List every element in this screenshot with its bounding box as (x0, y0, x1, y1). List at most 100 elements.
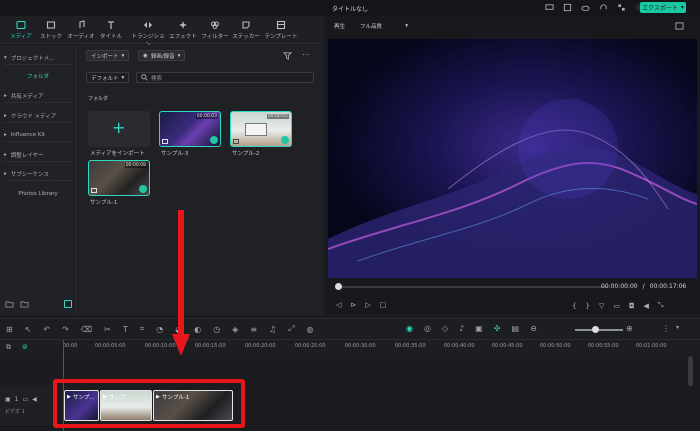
snapshot-icon[interactable] (675, 22, 684, 30)
media-thumbnail-sample-2[interactable]: 00:00:05 (230, 111, 292, 147)
zoom-slider-handle[interactable] (592, 326, 599, 333)
new-folder-icon[interactable] (5, 300, 14, 308)
tab-media[interactable]: メディア (4, 20, 38, 40)
vertical-scrollbar[interactable] (688, 356, 693, 386)
fullscreen-icon[interactable]: ⤡ (658, 301, 664, 310)
cloud-icon[interactable] (581, 3, 590, 12)
mark-out-icon[interactable]: } (585, 302, 589, 310)
tab-audio[interactable]: オーディオ (64, 20, 98, 40)
stop-icon[interactable]: □ (380, 301, 387, 309)
more-icon[interactable]: ⋯ (302, 50, 310, 59)
time-separator: / (642, 283, 645, 290)
redo-icon[interactable]: ↷ (62, 325, 69, 334)
step-back-icon[interactable]: ⊳ (350, 301, 356, 309)
stabilize-icon[interactable]: ◍ (307, 325, 314, 334)
sidebar-item-influence-kit[interactable]: ▸ Influence Kit (4, 128, 72, 142)
tab-label: テンプレート (264, 34, 298, 40)
sidebar-item-adjustment-layer[interactable]: ▸ 調整レイヤー (4, 148, 72, 162)
volume-icon[interactable]: ◀ (32, 396, 37, 403)
freeze-icon[interactable]: ◈ (232, 325, 238, 334)
zoom-in-icon[interactable]: ⊕ (626, 324, 633, 333)
crop-icon[interactable]: ⌗ (140, 324, 145, 334)
marker-icon[interactable]: ▽ (599, 302, 604, 310)
chevron-right-icon: ▸ (4, 170, 7, 177)
duration-badge: 00:00:05 (266, 114, 289, 119)
speed-icon[interactable]: ◔ (156, 325, 163, 334)
video-icon (233, 139, 239, 144)
media-thumbnail-sample-3[interactable]: 00:00:03 (159, 111, 221, 147)
sidebar-item-subsequence[interactable]: ▸ サブシーケンス (4, 167, 72, 181)
tab-templates[interactable]: テンプレート (262, 20, 300, 40)
tab-filters[interactable]: フィルター (198, 20, 232, 40)
adjust-icon[interactable]: ≡ (250, 325, 257, 334)
headset-icon[interactable] (599, 3, 608, 12)
quality-dropdown[interactable]: フル品質 ▾ (356, 21, 412, 31)
tab-effects[interactable]: エフェクト (166, 20, 200, 40)
zoom-slider[interactable] (575, 329, 623, 331)
folder-icon[interactable] (20, 300, 29, 308)
search-input[interactable]: 検索 (136, 72, 314, 83)
sidebar-item-folder[interactable]: フォルダ (4, 69, 72, 83)
sidebar-item-project-media[interactable]: ▾ プロジェクトメ... (4, 51, 72, 65)
chevron-right-icon: ▸ (4, 131, 7, 138)
export-button[interactable]: エクスポート ▾ (640, 2, 686, 13)
snap-icon[interactable]: ✣ (494, 324, 501, 333)
play-mode-label: 再生 (334, 24, 346, 30)
mask-icon[interactable]: ◐ (194, 325, 201, 334)
tab-transition[interactable]: トランジション (129, 20, 167, 48)
layout-icon[interactable]: ⊞ (6, 325, 13, 334)
display-icon[interactable]: ▭ (613, 302, 620, 310)
play-icon[interactable]: ▷ (365, 301, 370, 309)
mic-icon[interactable]: ♪ (459, 324, 464, 333)
grid-view-icon[interactable]: ⋮ (662, 324, 670, 333)
filter-icon[interactable] (283, 51, 292, 60)
shield-icon[interactable]: ◇ (442, 324, 448, 333)
duration-badge: 00:00:08 (124, 163, 147, 168)
sort-dropdown[interactable]: デフォルト ▾ (86, 72, 130, 83)
link-icon[interactable]: ⊘ (22, 343, 28, 351)
ruler-tick: 00:00 (63, 343, 78, 349)
screen-icon[interactable]: ▣ (475, 324, 483, 333)
select-icon[interactable]: ↖ (25, 325, 32, 334)
tab-stickers[interactable]: ステッカー (229, 20, 263, 40)
volume-icon[interactable]: ◀ (644, 302, 649, 310)
prev-frame-icon[interactable]: ◁ (336, 301, 341, 309)
caption-icon[interactable]: ▤ (512, 324, 520, 333)
collapse-panel-icon[interactable] (64, 300, 72, 308)
cut-icon[interactable]: ✂ (104, 325, 111, 334)
folder-icon[interactable]: ▭ (23, 396, 29, 403)
sidebar-item-photos-library[interactable]: Photos Library (4, 187, 72, 201)
ruler-tick: 00:00:15:00 (195, 343, 226, 349)
monitor-icon[interactable] (545, 3, 554, 12)
chevron-down-icon[interactable]: ▾ (676, 324, 679, 331)
save-icon[interactable] (563, 3, 572, 12)
record-dropdown[interactable]: ◉ 録画/録音 ▾ (138, 50, 186, 61)
chevron-down-icon: ▾ (680, 4, 684, 11)
record-icon[interactable]: ◎ (424, 324, 431, 333)
expand-icon[interactable]: ⤢ (288, 324, 294, 334)
import-media-tile[interactable]: + (88, 111, 150, 147)
zoom-out-icon[interactable]: ⊖ (530, 324, 537, 333)
media-thumbnail-sample-1[interactable]: 00:00:08 (88, 160, 150, 196)
timer-icon[interactable]: ◷ (213, 325, 220, 334)
grid-icon[interactable] (617, 3, 626, 12)
timeline-ruler[interactable]: ⧉ ⊘ 00:00 00:00:05:00 00:00:10:00 00:00:… (0, 340, 700, 354)
video-track-icon: ▣ (5, 396, 11, 403)
undo-icon[interactable]: ↶ (43, 325, 50, 334)
sidebar-item-shared-media[interactable]: ▸ 共有メディア (4, 89, 72, 103)
ai-icon[interactable]: ◉ (406, 324, 413, 333)
text-icon[interactable]: T (123, 325, 128, 334)
delete-icon[interactable]: ⌫ (81, 325, 92, 334)
add-track-icon[interactable]: ⧉ (6, 343, 11, 352)
camera-icon[interactable]: ◘ (629, 302, 635, 310)
mark-in-icon[interactable]: { (572, 302, 576, 310)
scrubber-handle[interactable] (335, 283, 342, 290)
tab-title[interactable]: タイトル (94, 20, 128, 40)
preview-scrubber[interactable] (338, 286, 608, 288)
timeline-tools-right: ◉ ◎ ◇ ♪ ▣ ✣ ▤ ⊖ (406, 324, 537, 333)
tab-stock[interactable]: ストック (34, 20, 68, 40)
sidebar-item-cloud-media[interactable]: ▸ クラウド メディア (4, 109, 72, 123)
arrow-shaft (178, 210, 184, 338)
audio-icon[interactable]: ♫ (269, 325, 276, 334)
import-dropdown[interactable]: インポート ▾ (86, 50, 130, 61)
